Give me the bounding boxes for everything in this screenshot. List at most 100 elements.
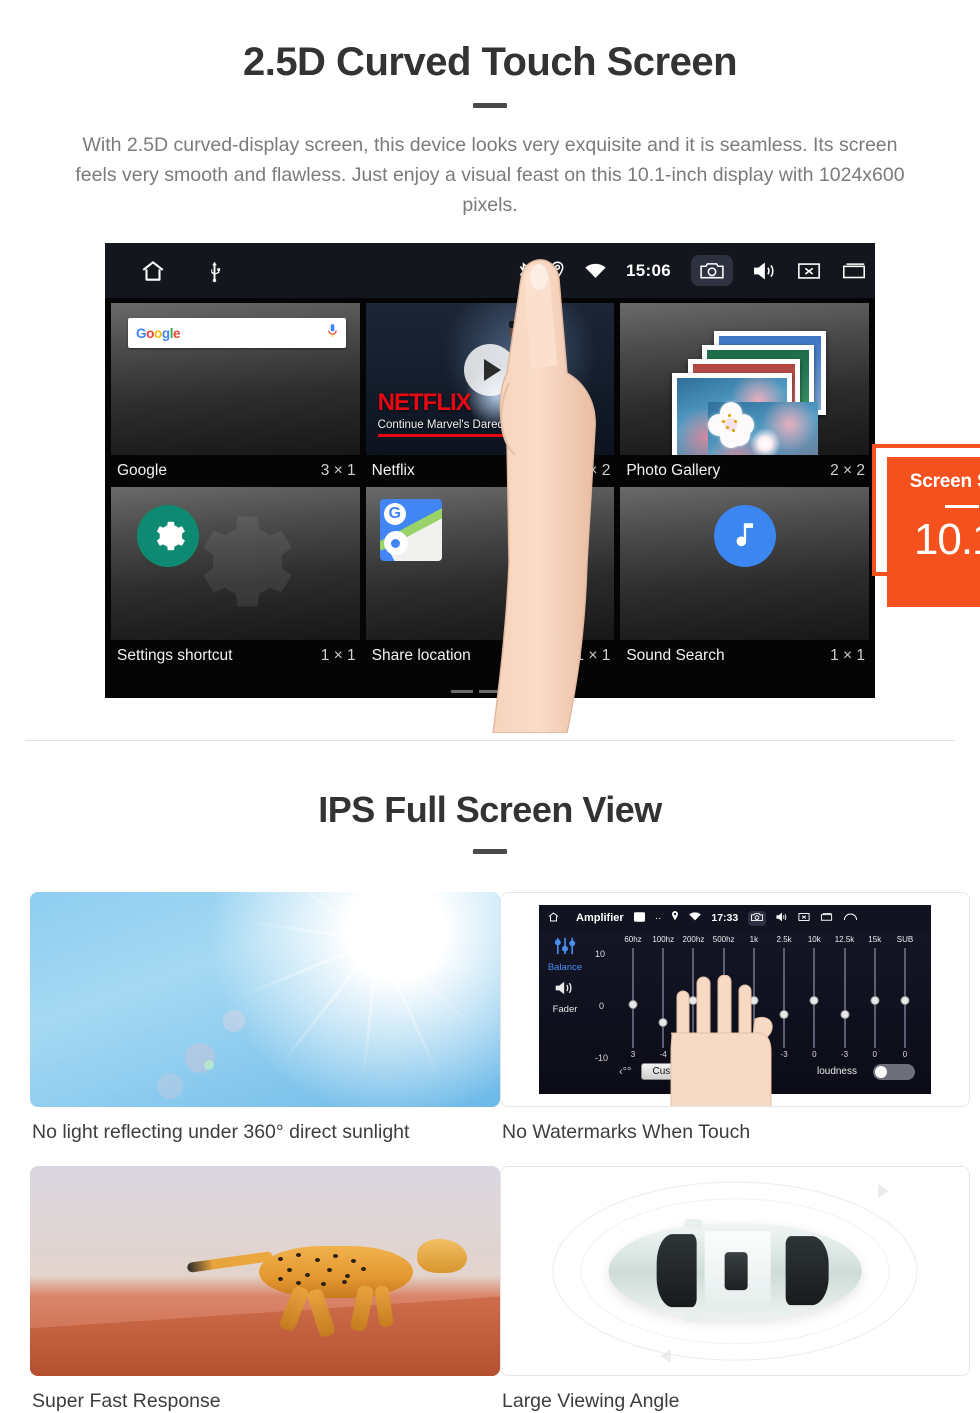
google-search-bar[interactable]: Google — [128, 318, 346, 348]
status-bar: 15:06 — [105, 243, 875, 298]
section-two-underline — [473, 849, 507, 854]
scale-min: -10 — [595, 1053, 609, 1063]
back-arrow-icon[interactable]: ‹°° — [619, 1066, 631, 1078]
eq-slider[interactable] — [831, 948, 859, 1048]
sunroof — [724, 1251, 748, 1291]
widget-meta: Netflix 3 × 2 — [366, 455, 615, 487]
widget-sound-search[interactable]: Sound Search 1 × 1 — [620, 487, 870, 672]
location-icon[interactable] — [671, 911, 679, 925]
volume-icon[interactable] — [753, 261, 777, 281]
page-dot-active[interactable] — [507, 690, 529, 693]
eq-slider[interactable] — [619, 948, 647, 1048]
speaker-icon[interactable] — [554, 979, 576, 1002]
feature-card-sunlight: No light reflecting under 360° direct su… — [20, 892, 500, 1144]
amplifier-image: Amplifier ·· 17:33 Balance Fader 60hz 10… — [500, 892, 970, 1107]
balance-label[interactable]: Balance — [548, 962, 582, 973]
band-label: 10k — [807, 935, 821, 944]
amplifier-clock: 17:33 — [711, 912, 739, 924]
wifi-icon[interactable] — [585, 263, 606, 279]
gallery-icon[interactable] — [633, 911, 645, 925]
close-icon[interactable] — [798, 912, 810, 925]
amplifier-screen: Amplifier ·· 17:33 Balance Fader 60hz 10… — [539, 905, 931, 1106]
photo-frame-front — [672, 373, 819, 455]
feature-card-viewing-angle: Large Viewing Angle — [490, 1144, 970, 1413]
netflix-brand: NETFLIX — [377, 389, 472, 416]
badge-title: Screen Size — [909, 471, 980, 492]
recents-icon[interactable] — [841, 261, 867, 281]
wifi-icon[interactable] — [689, 912, 702, 924]
curved-touch-screen-section: 2.5D Curved Touch Screen With 2.5D curve… — [0, 0, 980, 741]
feature-card-grid: No light reflecting under 360° direct su… — [20, 892, 970, 1413]
microphone-icon[interactable] — [327, 323, 338, 343]
widget-size: 2 × 2 — [830, 462, 866, 479]
widget-label: Settings shortcut — [117, 647, 233, 664]
widget-netflix[interactable]: NETFLIX Continue Marvel's Daredevil Netf… — [365, 303, 615, 487]
band-label: SUB — [896, 935, 914, 944]
music-note-icon — [713, 505, 776, 567]
usb-icon[interactable] — [207, 259, 222, 283]
widget-preview: NETFLIX Continue Marvel's Daredevil — [365, 303, 615, 455]
cherry-blossom — [708, 402, 819, 455]
gain-scale: 10 0 -10 — [595, 949, 608, 1063]
eq-value: 3 — [630, 1050, 636, 1059]
widget-grid: Google Google 3 × 1 NETFLIX Continue Mar… — [105, 298, 875, 672]
camera-icon[interactable] — [748, 910, 767, 926]
page-indicator[interactable] — [451, 690, 529, 693]
card-caption: No Watermarks When Touch — [502, 1121, 751, 1143]
widget-share-location[interactable]: G Share location 1 × 1 — [365, 487, 615, 672]
eq-value: 0 — [872, 1050, 877, 1059]
widget-meta: Sound Search 1 × 1 — [620, 640, 869, 672]
band-label: 500hz — [712, 935, 735, 944]
band-labels: 60hz 100hz 200hz 500hz 1k 2.5k 10k 12.5k… — [595, 935, 925, 944]
widget-meta: Settings shortcut 1 × 1 — [111, 640, 360, 672]
cheetah-head — [417, 1238, 467, 1273]
cheetah-figure — [186, 1221, 467, 1338]
play-button-icon[interactable] — [464, 343, 516, 396]
location-icon[interactable] — [550, 261, 565, 280]
band-label: 60hz — [624, 935, 642, 944]
eq-slider[interactable] — [861, 948, 889, 1048]
page-title: 2.5D Curved Touch Screen — [242, 40, 738, 84]
home-icon[interactable] — [139, 258, 167, 284]
camera-icon[interactable] — [691, 255, 733, 286]
fader-label[interactable]: Fader — [553, 1004, 578, 1015]
eq-slider[interactable] — [891, 948, 919, 1048]
side-mirror — [684, 1314, 703, 1323]
photo-stack — [620, 303, 869, 455]
rear-window — [785, 1236, 829, 1306]
card-caption: Large Viewing Angle — [502, 1390, 680, 1412]
section-divider — [25, 740, 955, 741]
eq-value: 0 — [812, 1050, 817, 1059]
widget-settings-shortcut[interactable]: Settings shortcut 1 × 1 — [111, 487, 360, 672]
netflix-artwork: NETFLIX Continue Marvel's Daredevil — [365, 303, 615, 455]
widget-google[interactable]: Google Google 3 × 1 — [111, 303, 360, 487]
band-label: 1k — [749, 935, 759, 944]
page-dot[interactable] — [451, 690, 473, 693]
page-dot[interactable] — [479, 690, 501, 693]
loudness-toggle[interactable] — [873, 1063, 915, 1080]
home-icon[interactable] — [547, 911, 560, 926]
more-icon[interactable]: ·· — [655, 913, 662, 924]
widget-label: Netflix — [371, 462, 415, 479]
band-label: 100hz — [652, 935, 675, 944]
google-logo: Google — [136, 325, 181, 341]
volume-icon[interactable] — [776, 912, 788, 925]
back-icon[interactable] — [843, 912, 858, 925]
sliders-icon[interactable] — [554, 937, 576, 960]
widget-photo-gallery[interactable]: Photo Gallery 2 × 2 — [620, 303, 870, 487]
hand-on-equalizer — [670, 975, 773, 1106]
band-label: 15k — [868, 935, 882, 944]
screen-size-badge: Screen Size 10.1″ — [887, 457, 980, 607]
widget-label: Sound Search — [626, 647, 725, 664]
close-icon[interactable] — [797, 261, 821, 281]
widget-size: 1 × 1 — [830, 647, 866, 664]
eq-slider[interactable] — [800, 948, 828, 1048]
car-top-view-image — [500, 1166, 970, 1376]
widget-size: 1 × 1 — [575, 647, 611, 664]
windshield — [656, 1234, 698, 1308]
bluetooth-icon[interactable] — [517, 261, 530, 281]
running-cheetah-photo — [30, 1166, 500, 1376]
recents-icon[interactable] — [820, 912, 833, 925]
widget-row-2: Settings shortcut 1 × 1 G Share location… — [111, 487, 870, 672]
car-body — [608, 1219, 862, 1323]
